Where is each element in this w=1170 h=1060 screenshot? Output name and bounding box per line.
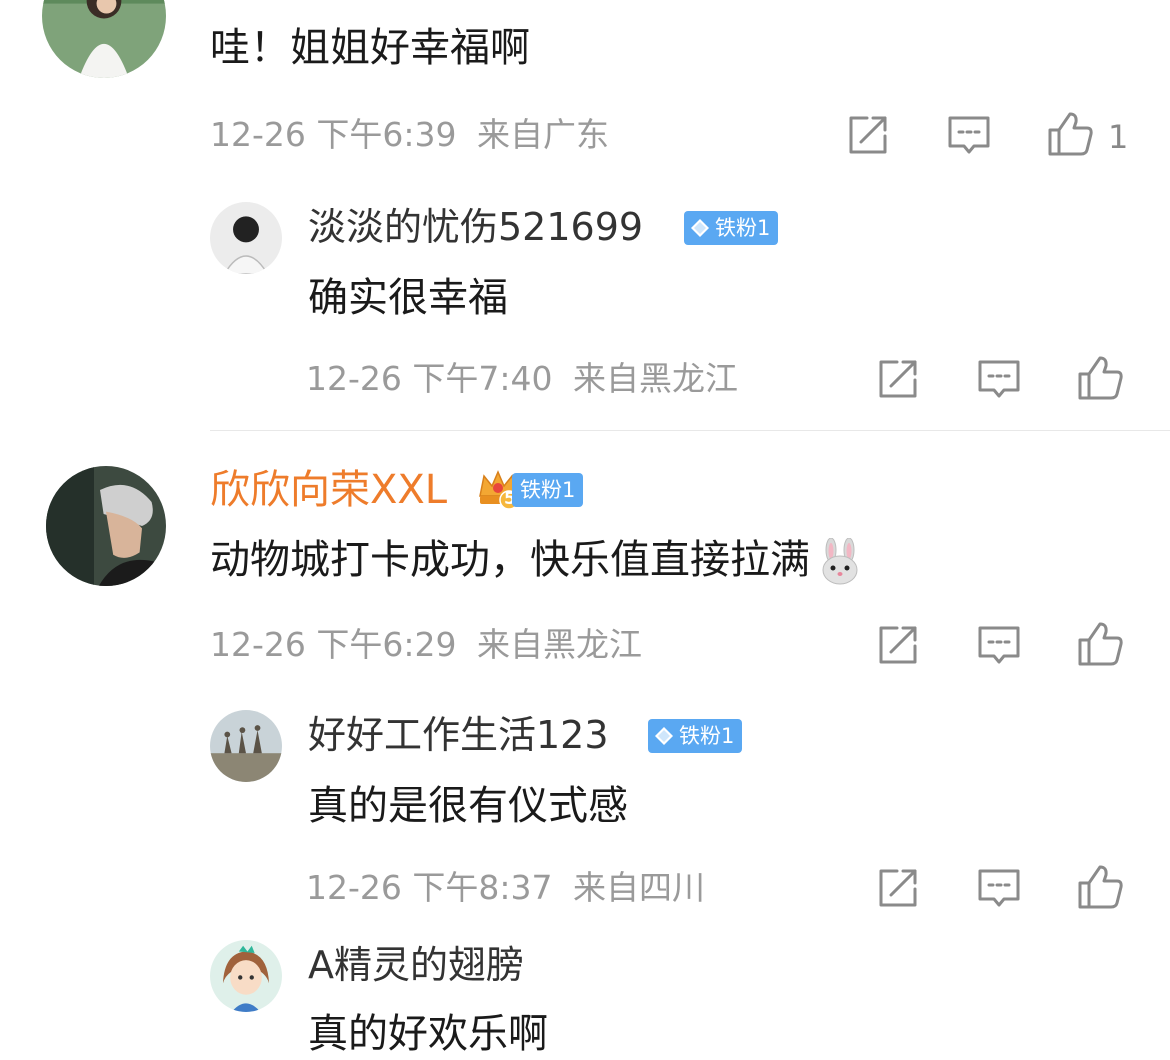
comment-meta: 12-26 下午6:39 来自广东 xyxy=(210,114,609,156)
reply-username[interactable]: 好好工作生活123 xyxy=(308,711,609,759)
fan-badge: 铁粉1 xyxy=(512,473,584,507)
fan-badge: 铁粉1 xyxy=(684,211,779,245)
comment-time: 12-26 下午6:29 xyxy=(210,625,457,664)
rabbit-face-icon xyxy=(822,538,858,585)
comment-text: 哇！姐姐好幸福啊 xyxy=(210,25,530,71)
fan-badge-label: 铁粉1 xyxy=(715,216,771,240)
reply-location: 来自四川 xyxy=(573,868,705,907)
reply-username[interactable]: A精灵的翅膀 xyxy=(308,941,524,989)
comment-text: 动物城打卡成功，快乐值直接拉满 xyxy=(210,534,864,586)
comment-icon[interactable] xyxy=(976,356,1022,402)
diamond-icon xyxy=(655,727,673,745)
comment-icon[interactable] xyxy=(946,112,992,158)
like-count: 1 xyxy=(1108,118,1129,156)
like-icon[interactable] xyxy=(1076,620,1124,668)
avatar[interactable] xyxy=(210,710,282,782)
like-icon[interactable] xyxy=(1076,863,1124,911)
share-icon[interactable] xyxy=(875,865,921,911)
comment-text-body: 动物城打卡成功，快乐值直接拉满 xyxy=(210,537,810,583)
comment-username[interactable]: 欣欣向荣XXL xyxy=(210,465,447,515)
avatar[interactable] xyxy=(46,466,166,586)
reply-meta: 12-26 下午8:37 来自四川 xyxy=(306,867,705,909)
fan-badge: 铁粉1 xyxy=(648,719,743,753)
comment-time: 12-26 下午6:39 xyxy=(210,115,457,154)
comment-icon[interactable] xyxy=(976,865,1022,911)
reply-text: 真的是很有仪式感 xyxy=(308,783,628,829)
reply-meta: 12-26 下午7:40 来自黑龙江 xyxy=(306,358,738,400)
reply-text: 确实很幸福 xyxy=(308,275,508,321)
reply-time: 12-26 下午8:37 xyxy=(306,868,553,907)
reply-location: 来自黑龙江 xyxy=(573,359,738,398)
avatar[interactable] xyxy=(210,940,282,1012)
divider xyxy=(210,430,1170,431)
reply-time: 12-26 下午7:40 xyxy=(306,359,553,398)
avatar[interactable] xyxy=(210,202,282,274)
fan-badge-label: 铁粉1 xyxy=(520,478,576,502)
reply-text: 真的好欢乐啊 xyxy=(308,1011,548,1057)
fan-badge-label: 铁粉1 xyxy=(679,724,735,748)
diamond-icon xyxy=(691,219,709,237)
share-icon[interactable] xyxy=(845,112,891,158)
reply-username[interactable]: 淡淡的忧伤521699 xyxy=(308,203,643,251)
comment-location: 来自黑龙江 xyxy=(477,625,642,664)
like-icon[interactable] xyxy=(1046,110,1094,158)
share-icon[interactable] xyxy=(875,356,921,402)
like-icon[interactable] xyxy=(1076,354,1124,402)
avatar[interactable] xyxy=(42,0,166,78)
comment-meta: 12-26 下午6:29 来自黑龙江 xyxy=(210,624,642,666)
comment-icon[interactable] xyxy=(976,622,1022,668)
comment-location: 来自广东 xyxy=(477,115,609,154)
share-icon[interactable] xyxy=(875,622,921,668)
